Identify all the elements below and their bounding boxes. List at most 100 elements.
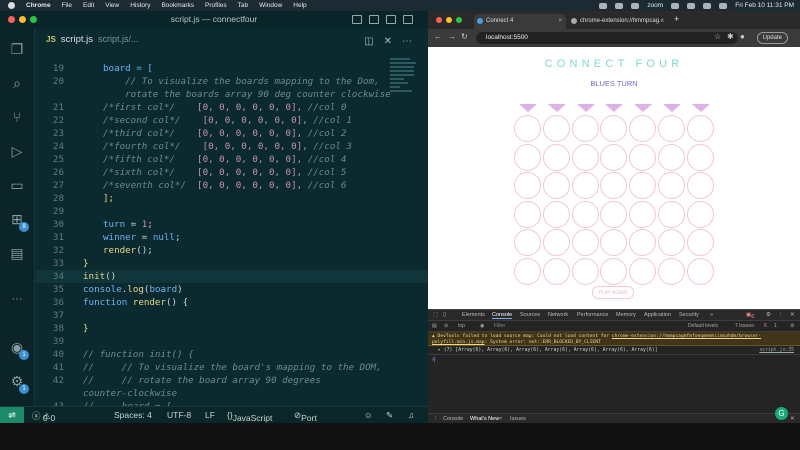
board-cell[interactable] bbox=[600, 257, 628, 285]
code-line[interactable]: 27 /*seventh col*/ [0, 0, 0, 0, 0, 0], //… bbox=[36, 179, 428, 192]
breadcrumb[interactable]: script.js/... bbox=[98, 34, 139, 44]
drawer-tab-console[interactable]: Console bbox=[443, 416, 463, 422]
menu-bookmarks[interactable]: Bookmarks bbox=[161, 0, 194, 11]
board-cell[interactable] bbox=[629, 229, 657, 256]
control-center-icon[interactable] bbox=[719, 2, 728, 9]
remote-indicator-icon[interactable]: ⇌ bbox=[0, 407, 24, 424]
code-line[interactable]: 19 board = [ bbox=[36, 62, 428, 75]
battery-icon[interactable] bbox=[671, 2, 680, 9]
explorer-icon[interactable]: ❐ bbox=[8, 40, 26, 58]
close-drawer-icon[interactable]: ✕ bbox=[790, 416, 795, 422]
board-cell[interactable] bbox=[629, 143, 657, 171]
wifi-icon[interactable] bbox=[687, 2, 696, 9]
more-tabs-icon[interactable]: » bbox=[710, 312, 713, 318]
close-window-button[interactable] bbox=[8, 16, 15, 23]
tab-connect-4[interactable]: Connect 4 × bbox=[474, 14, 566, 29]
minimap[interactable] bbox=[390, 56, 418, 116]
board-cell[interactable] bbox=[629, 200, 657, 228]
tab-performance[interactable]: Performance bbox=[577, 312, 609, 318]
board-cell[interactable] bbox=[571, 115, 599, 142]
more-icon[interactable]: ··· bbox=[8, 290, 26, 308]
code-line[interactable]: 31 winner = null; bbox=[36, 231, 428, 244]
close-drawer-tab-icon[interactable]: × bbox=[499, 416, 502, 422]
live-server-port[interactable]: ⊘ Port : 5500 bbox=[294, 410, 320, 443]
back-icon[interactable]: ← bbox=[434, 32, 442, 41]
error-count-badge[interactable]: ▣ 6 bbox=[746, 312, 754, 320]
encoding-status[interactable]: UTF-8 bbox=[167, 410, 191, 420]
close-tab-icon[interactable]: × bbox=[660, 14, 664, 29]
board-cell[interactable] bbox=[658, 143, 685, 171]
clock[interactable]: Fri Feb 10 11:31 PM bbox=[735, 2, 794, 9]
issues-counter[interactable]: 7 Issues: bbox=[735, 323, 755, 329]
settings-gear-icon[interactable]: ⚙ bbox=[766, 312, 771, 318]
drawer-menu-icon[interactable]: ⋮ bbox=[433, 416, 439, 422]
split-editor-icon[interactable]: ◫ bbox=[364, 36, 373, 47]
menu-view[interactable]: View bbox=[105, 0, 119, 11]
tab-console[interactable]: Console bbox=[492, 312, 513, 319]
close-icon[interactable]: ✕ bbox=[384, 36, 392, 47]
menu-tab[interactable]: Tab bbox=[238, 0, 248, 11]
status-icon[interactable] bbox=[599, 2, 608, 9]
zoom-window-button[interactable] bbox=[456, 17, 462, 23]
inspect-icon[interactable]: ⬚ bbox=[433, 312, 438, 318]
app-menu[interactable]: Chrome bbox=[26, 0, 51, 11]
drawer-tab-whats-new[interactable]: What's New bbox=[470, 416, 499, 422]
bookmark-star-icon[interactable]: ☆ bbox=[714, 32, 721, 41]
new-tab-button[interactable]: + bbox=[674, 14, 679, 24]
tab-memory[interactable]: Memory bbox=[616, 312, 636, 318]
board-cell[interactable] bbox=[600, 115, 628, 142]
tab-application[interactable]: Application bbox=[644, 312, 671, 318]
code-line[interactable]: 40 // function init() { bbox=[36, 348, 428, 361]
status-icon[interactable] bbox=[615, 2, 624, 9]
board-cell[interactable] bbox=[542, 172, 570, 199]
board-cell[interactable] bbox=[686, 257, 714, 285]
board-cell[interactable] bbox=[658, 115, 685, 142]
code-line[interactable]: 34 init() bbox=[36, 270, 428, 283]
board-cell[interactable] bbox=[571, 172, 599, 199]
feedback-icon[interactable]: ✎ bbox=[386, 410, 393, 421]
code-line[interactable]: 21 /*first col*/ [0, 0, 0, 0, 0, 0], //co… bbox=[36, 101, 428, 114]
copilot-icon[interactable]: ☺ bbox=[364, 410, 373, 420]
board-cell[interactable] bbox=[686, 172, 714, 199]
sidebar-toggle-icon[interactable]: ▤ bbox=[432, 323, 437, 329]
menu-file[interactable]: File bbox=[62, 0, 72, 11]
code-line[interactable]: 39 bbox=[36, 335, 428, 348]
toggle-secondary-sidebar-icon[interactable] bbox=[386, 15, 396, 24]
board-cell[interactable] bbox=[514, 257, 541, 285]
board-cell[interactable] bbox=[686, 143, 714, 171]
board-cell[interactable] bbox=[571, 229, 599, 256]
board-cell[interactable] bbox=[658, 229, 685, 256]
search-icon[interactable]: ⌕ bbox=[8, 74, 26, 92]
board-cell[interactable] bbox=[686, 200, 714, 228]
problems-status[interactable]: ⓧ 0 ⚠ 0 bbox=[32, 410, 55, 423]
minimize-window-button[interactable] bbox=[446, 17, 452, 23]
close-window-button[interactable] bbox=[436, 17, 442, 23]
board-cell[interactable] bbox=[542, 115, 570, 142]
tab-sources[interactable]: Sources bbox=[520, 312, 540, 318]
code-line[interactable]: 32 render(); bbox=[36, 244, 428, 257]
board-cell[interactable] bbox=[600, 229, 628, 256]
zoom-menu[interactable]: zoom bbox=[647, 2, 663, 9]
close-tab-icon[interactable]: × bbox=[558, 14, 562, 29]
search-icon[interactable] bbox=[703, 2, 712, 9]
code-editor[interactable]: 19 board = [20 // To visualize the boards… bbox=[36, 56, 428, 412]
board-cell[interactable] bbox=[514, 200, 541, 228]
close-devtools-icon[interactable]: ✕ bbox=[790, 312, 795, 318]
board-cell[interactable] bbox=[514, 229, 541, 256]
code-line[interactable]: 23 /*third col*/ [0, 0, 0, 0, 0, 0], //co… bbox=[36, 127, 428, 140]
run-debug-icon[interactable]: ▷ bbox=[8, 142, 26, 160]
play-again-button[interactable]: PLAY AGAIN bbox=[592, 286, 634, 299]
code-line[interactable]: 26 /*sixth col*/ [0, 0, 0, 0, 0, 0], //co… bbox=[36, 166, 428, 179]
drop-arrow-icon[interactable] bbox=[576, 104, 595, 112]
zoom-window-button[interactable] bbox=[30, 16, 37, 23]
board-cell[interactable] bbox=[629, 115, 657, 142]
tab-security[interactable]: Security bbox=[679, 312, 699, 318]
toggle-panel-icon[interactable] bbox=[369, 15, 379, 24]
board-cell[interactable] bbox=[600, 172, 628, 199]
drawer-tab-issues[interactable]: Issues bbox=[510, 416, 526, 422]
tab-elements[interactable]: Elements bbox=[462, 312, 485, 318]
code-line[interactable]: 35 console.log(board) bbox=[36, 283, 428, 296]
testing-icon[interactable]: ▤ bbox=[8, 244, 26, 262]
menu-help[interactable]: Help bbox=[293, 0, 306, 11]
board-cell[interactable] bbox=[658, 200, 685, 228]
